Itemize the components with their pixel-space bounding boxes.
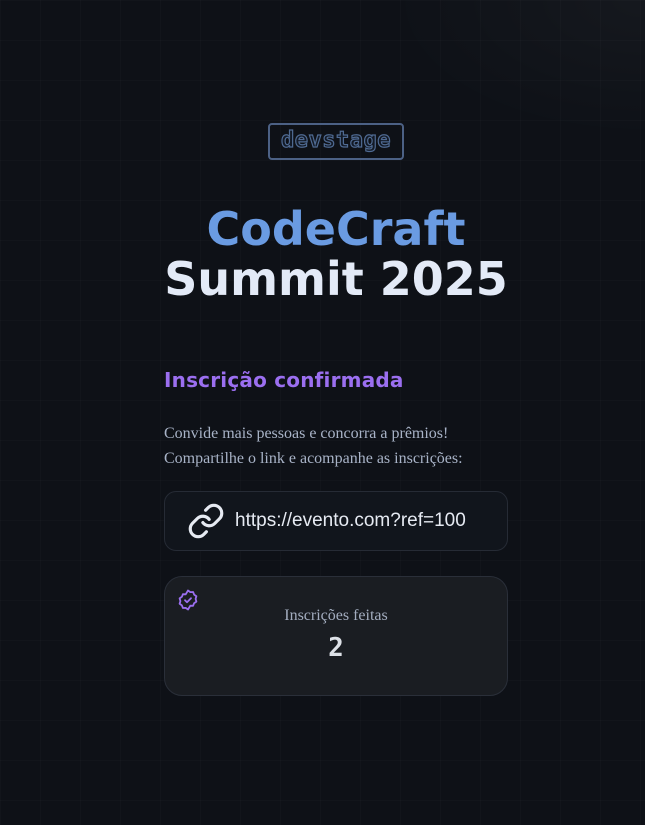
verified-badge-icon — [176, 588, 200, 612]
devstage-logo: devstage — [268, 123, 404, 160]
confirmation-panel: devstage CodeCraft Summit 2025 Inscrição… — [164, 123, 508, 696]
invite-description-line1: Convide mais pessoas e concorra a prêmio… — [164, 425, 449, 442]
link-icon — [187, 502, 225, 540]
event-title: CodeCraft Summit 2025 — [164, 204, 508, 304]
registration-confirmed-heading: Inscrição confirmada — [164, 368, 404, 392]
background-glow — [385, 0, 645, 140]
registrations-count-value: 2 — [328, 633, 344, 663]
invite-link-box[interactable]: https://evento.com?ref=100 — [164, 491, 508, 551]
event-title-line2: Summit 2025 — [164, 252, 508, 306]
registrations-count-label: Inscrições feitas — [284, 607, 388, 624]
event-title-line1: CodeCraft — [206, 202, 466, 256]
invite-description: Convide mais pessoas e concorra a prêmio… — [164, 421, 508, 471]
invite-description-line2: Compartilhe o link e acompanhe as inscri… — [164, 450, 463, 467]
logo-container: devstage — [164, 123, 508, 160]
registrations-count-card: Inscrições feitas 2 — [164, 576, 508, 696]
invite-link-url[interactable]: https://evento.com?ref=100 — [235, 510, 466, 532]
